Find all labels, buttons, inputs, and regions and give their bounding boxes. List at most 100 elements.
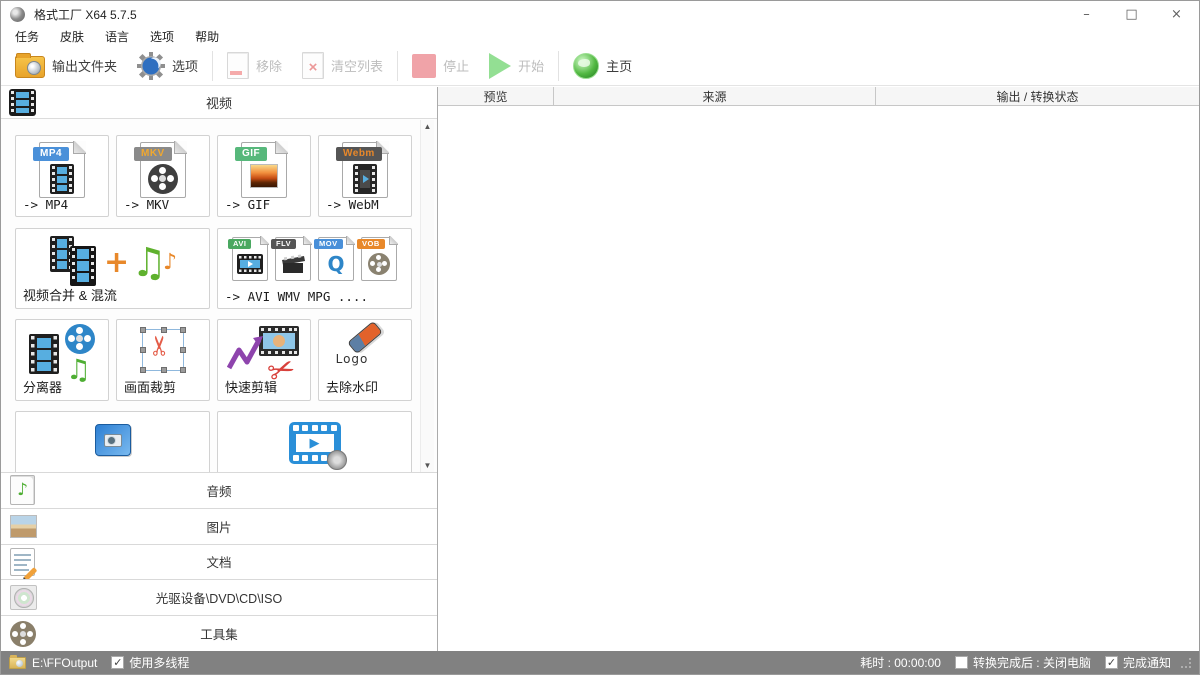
stop-icon (412, 54, 436, 78)
column-preview[interactable]: 预览 (438, 87, 554, 105)
grid-item-label: -> GIF (225, 197, 270, 212)
grid-item-crop[interactable]: ✂ 画面裁剪 (116, 319, 210, 401)
grid-item-video-merge-mux[interactable]: + ♫ ♪ 视频合并 & 混流 (15, 228, 210, 309)
grid-item-label: 快速剪辑 (225, 377, 277, 396)
menu-language[interactable]: 语言 (105, 28, 129, 45)
vob-file-icon: VOB (361, 237, 397, 281)
tab-video-label: 视频 (1, 93, 437, 112)
output-path[interactable]: E:\FFOutput (32, 656, 97, 670)
grid-item-video-player[interactable]: ▶ (217, 411, 412, 472)
eraser-icon (347, 321, 383, 354)
folder-icon (15, 56, 45, 78)
music-notes-icon: ♫ (131, 243, 167, 283)
film-reel-icon (327, 450, 347, 470)
menu-help[interactable]: 帮助 (195, 28, 219, 45)
shutdown-label[interactable]: 转换完成后 : 关闭电脑 (973, 654, 1091, 671)
quicktime-icon: Q (327, 254, 344, 274)
grid-item-label: -> MKV (124, 197, 169, 212)
clear-list-button[interactable]: × 清空列表 (292, 48, 393, 84)
sidebar: 视频 MP4 (1, 87, 437, 651)
tab-picture[interactable]: 图片 (1, 508, 437, 544)
home-label: 主页 (606, 56, 632, 75)
category-list: ♪ 音频 图片 文档 光驱设备\DVD\CD\ISO (1, 472, 437, 651)
tab-disc-device[interactable]: 光驱设备\DVD\CD\ISO (1, 579, 437, 615)
minimize-button[interactable]: – (1064, 1, 1109, 27)
grid-item-to-gif[interactable]: GIF -> GIF (217, 135, 311, 217)
check-icon: ✓ (1107, 657, 1116, 668)
filmstrips-icon (48, 234, 102, 291)
multithread-label[interactable]: 使用多线程 (129, 654, 189, 671)
grid-item-splitter[interactable]: ♫ 分离器 (15, 319, 109, 401)
menu-task[interactable]: 任务 (15, 28, 39, 45)
app-window: 格式工厂 X64 5.7.5 – □ × 任务 皮肤 语言 选项 帮助 输出文件… (0, 0, 1200, 675)
toolbar-separator (212, 51, 213, 81)
tab-disc-device-label: 光驱设备\DVD\CD\ISO (1, 588, 437, 607)
remove-button[interactable]: 移除 (217, 48, 292, 84)
film-reel-icon (65, 324, 95, 354)
tab-video[interactable]: 视频 (1, 87, 437, 119)
start-button[interactable]: 开始 (479, 48, 554, 84)
grid-item-quick-clip[interactable]: ✂ 快速剪辑 (217, 319, 311, 401)
clear-list-icon: × (302, 52, 324, 79)
column-output-status[interactable]: 输出 / 转换状态 (876, 87, 1199, 105)
mp4-file-icon: MP4 (39, 142, 85, 198)
options-button[interactable]: 选项 (127, 48, 208, 84)
grid-item-label: 分离器 (23, 377, 62, 396)
scroll-up-icon[interactable]: ▲ (424, 120, 432, 133)
tab-picture-label: 图片 (1, 517, 437, 536)
grid-item-to-mkv[interactable]: MKV -> MKV (116, 135, 210, 217)
avi-file-icon: AVI (232, 237, 268, 281)
grid-item-label: 画面裁剪 (124, 377, 176, 396)
grid-item-remove-watermark[interactable]: Logo 去除水印 (318, 319, 412, 401)
close-button[interactable]: × (1154, 1, 1199, 27)
film-reel-icon (148, 164, 178, 194)
gif-file-icon: GIF (241, 142, 287, 198)
grid-item-to-mp4[interactable]: MP4 (15, 135, 109, 217)
menu-skin[interactable]: 皮肤 (60, 28, 84, 45)
plus-icon: + (104, 248, 129, 278)
video-format-grid: MP4 (1, 119, 437, 472)
status-bar-right: 耗时 : 00:00:00 转换完成后 : 关闭电脑 ✓ 完成通知 (860, 654, 1191, 671)
multithread-checkbox[interactable]: ✓ (111, 656, 124, 669)
output-folder-button[interactable]: 输出文件夹 (5, 48, 127, 84)
tab-document[interactable]: 文档 (1, 544, 437, 580)
tab-audio[interactable]: ♪ 音频 (1, 472, 437, 508)
notify-checkbox[interactable]: ✓ (1105, 656, 1118, 669)
start-label: 开始 (518, 56, 544, 75)
elapsed-time: 耗时 : 00:00:00 (860, 654, 941, 671)
grid-item-label: 去除水印 (326, 377, 378, 396)
notify-label[interactable]: 完成通知 (1123, 654, 1171, 671)
tab-toolset-label: 工具集 (1, 624, 437, 643)
tab-document-label: 文档 (1, 552, 437, 571)
shutdown-checkbox[interactable] (955, 656, 968, 669)
window-controls: – □ × (1064, 1, 1199, 27)
home-button[interactable]: 主页 (563, 48, 642, 84)
window-title: 格式工厂 X64 5.7.5 (34, 6, 137, 23)
maximize-button[interactable]: □ (1109, 1, 1154, 27)
flv-file-icon: FLV (275, 237, 311, 281)
toolbar-separator (397, 51, 398, 81)
toolbar-separator (558, 51, 559, 81)
remove-page-icon (227, 52, 249, 79)
grid-item-label: -> MP4 (23, 197, 68, 212)
grid-item-label: -> AVI WMV MPG .... (225, 289, 368, 304)
scroll-down-icon[interactable]: ▼ (424, 459, 432, 472)
menu-options[interactable]: 选项 (150, 28, 174, 45)
tab-toolset[interactable]: 工具集 (1, 615, 437, 651)
menu-bar: 任务 皮肤 语言 选项 帮助 (1, 27, 1199, 46)
task-list-empty[interactable] (438, 106, 1199, 651)
grid-item-to-avi-wmv-mpg[interactable]: AVI FLV (217, 228, 412, 309)
stop-button[interactable]: 停止 (402, 48, 479, 84)
mov-file-icon: MOV Q (318, 237, 354, 281)
output-folder-small-icon[interactable] (9, 657, 26, 669)
camcorder-icon (95, 424, 131, 456)
grid-scrollbar[interactable]: ▲ ▼ (420, 120, 434, 472)
grid-item-label: 视频合并 & 混流 (23, 285, 117, 304)
resize-grip[interactable] (1181, 658, 1191, 668)
clear-list-label: 清空列表 (331, 56, 383, 75)
check-icon: ✓ (113, 657, 122, 668)
column-source[interactable]: 来源 (554, 87, 876, 105)
grid-item-screen-recorder[interactable] (15, 411, 210, 472)
grid-item-to-webm[interactable]: Webm (318, 135, 412, 217)
music-note-icon: ♪ (163, 252, 177, 274)
